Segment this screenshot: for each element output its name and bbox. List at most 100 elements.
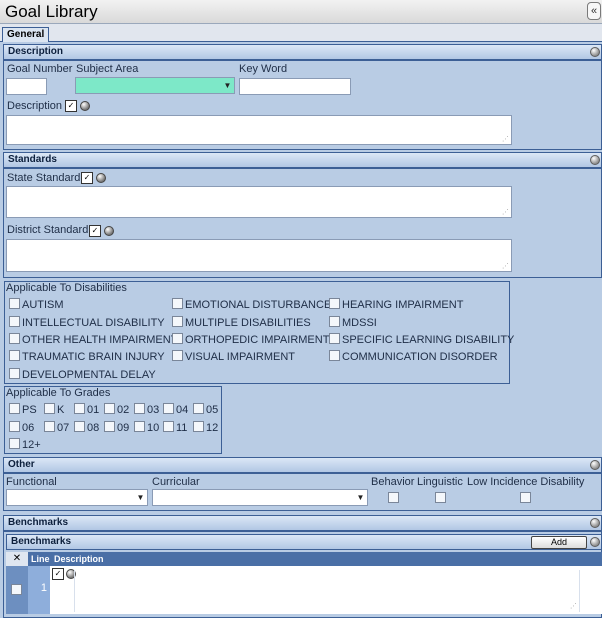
grade-label: 02 xyxy=(117,404,130,416)
checkbox-grade-01[interactable] xyxy=(74,403,85,414)
description-textarea[interactable]: ⋰ xyxy=(6,115,512,145)
x-icon[interactable]: ✕ xyxy=(6,552,28,566)
col-description-header[interactable]: Description xyxy=(54,552,104,566)
checkbox-emotional-disturbance[interactable] xyxy=(172,298,183,309)
checkbox-behavior[interactable] xyxy=(388,492,399,503)
standards-section-title: Standards xyxy=(8,154,57,165)
circle-toggle-icon[interactable] xyxy=(590,518,600,528)
grades-label: Applicable To Grades xyxy=(6,387,111,399)
disability-label: ORTHOPEDIC IMPAIRMENT xyxy=(185,334,330,346)
tab-general[interactable]: General xyxy=(2,27,50,42)
checkbox-grade-03[interactable] xyxy=(134,403,145,414)
checkbox-grade-ps[interactable] xyxy=(9,403,20,414)
disability-label: DEVELOPMENTAL DELAY xyxy=(22,369,156,381)
description-section-title: Description xyxy=(8,46,64,57)
checkbox-visual-impairment[interactable] xyxy=(172,350,183,361)
spell-check-icon[interactable]: ✓ xyxy=(52,568,64,580)
benchmarks-section-title: Benchmarks xyxy=(8,517,69,528)
spell-check-icon[interactable]: ✓ xyxy=(65,100,77,112)
grade-label: 05 xyxy=(206,404,219,416)
other-section-header[interactable]: Other xyxy=(3,457,602,473)
disability-label: TRAUMATIC BRAIN INJURY xyxy=(22,351,165,363)
row-select-cell xyxy=(6,566,28,614)
checkbox-grade-02[interactable] xyxy=(104,403,115,414)
checkbox-grade-12-plus[interactable] xyxy=(9,438,20,449)
key-word-label: Key Word xyxy=(239,63,288,75)
checkbox-grade-09[interactable] xyxy=(104,421,115,432)
grade-label: K xyxy=(57,404,65,416)
standards-section-header[interactable]: Standards xyxy=(3,152,602,168)
circle-toggle-icon[interactable] xyxy=(590,155,600,165)
checkbox-grade-05[interactable] xyxy=(193,403,204,414)
checkbox-hearing-impairment[interactable] xyxy=(329,298,340,309)
checkbox-mdssi[interactable] xyxy=(329,316,340,327)
checkbox-autism[interactable] xyxy=(9,298,20,309)
grade-label: 07 xyxy=(57,422,70,434)
chevron-down-icon[interactable]: ▼ xyxy=(355,491,366,504)
resize-grip-icon[interactable]: ⋰ xyxy=(502,136,509,143)
grade-label: 03 xyxy=(147,404,160,416)
checkbox-grade-11[interactable] xyxy=(163,421,174,432)
curricular-select[interactable]: ▼ xyxy=(152,489,368,506)
checkbox-traumatic-brain-injury[interactable] xyxy=(9,350,20,361)
state-standard-textarea[interactable]: ⋰ xyxy=(6,186,512,218)
key-word-input[interactable] xyxy=(239,78,351,95)
disability-label: MULTIPLE DISABILITIES xyxy=(185,317,311,329)
district-standard-textarea[interactable]: ⋰ xyxy=(6,239,512,272)
add-benchmark-button[interactable]: Add xyxy=(531,536,587,549)
spell-check-icon[interactable]: ✓ xyxy=(81,172,93,184)
functional-select[interactable]: ▼ xyxy=(6,489,148,506)
checkbox-orthopedic-impairment[interactable] xyxy=(172,333,183,344)
benchmark-description-textarea[interactable]: ⋰ xyxy=(74,570,580,612)
checkbox-multiple-disabilities[interactable] xyxy=(172,316,183,327)
functional-label: Functional xyxy=(6,476,57,488)
checkbox-low-incidence-disability[interactable] xyxy=(520,492,531,503)
grade-label: PS xyxy=(22,404,37,416)
state-standard-label: State Standard xyxy=(7,172,81,184)
grade-label: 12+ xyxy=(22,439,41,451)
grade-label: 12 xyxy=(206,422,219,434)
checkbox-developmental-delay[interactable] xyxy=(9,368,20,379)
checkbox-grade-07[interactable] xyxy=(44,421,55,432)
benchmarks-subheader-title: Benchmarks xyxy=(11,536,72,547)
disability-label: MDSSI xyxy=(342,317,377,329)
resize-grip-icon[interactable]: ⋰ xyxy=(570,602,577,610)
goal-number-input[interactable] xyxy=(6,78,47,95)
grade-label: 04 xyxy=(176,404,189,416)
resize-grip-icon[interactable]: ⋰ xyxy=(502,263,509,270)
row-delete-checkbox[interactable] xyxy=(11,584,22,595)
spell-check-icon[interactable]: ✓ xyxy=(89,225,101,237)
description-section-header[interactable]: Description xyxy=(3,44,602,60)
checkbox-grade-12[interactable] xyxy=(193,421,204,432)
checkbox-grade-08[interactable] xyxy=(74,421,85,432)
lookup-ball-icon[interactable] xyxy=(80,101,90,111)
table-row[interactable]: 1 ✓ ⋰ xyxy=(6,566,602,614)
grade-label: 06 xyxy=(22,422,35,434)
checkbox-grade-k[interactable] xyxy=(44,403,55,414)
checkbox-grade-04[interactable] xyxy=(163,403,174,414)
benchmarks-section-header[interactable]: Benchmarks xyxy=(3,515,602,531)
disability-label: AUTISM xyxy=(22,299,64,311)
col-line-header[interactable]: Line xyxy=(31,552,50,566)
linguistic-label: Linguistic xyxy=(417,476,463,488)
circle-toggle-icon[interactable] xyxy=(590,460,600,470)
disability-label: INTELLECTUAL DISABILITY xyxy=(22,317,165,329)
circle-toggle-icon[interactable] xyxy=(590,47,600,57)
checkbox-grade-10[interactable] xyxy=(134,421,145,432)
lookup-ball-icon[interactable] xyxy=(96,173,106,183)
disability-label: VISUAL IMPAIRMENT xyxy=(185,351,296,363)
subject-area-label: Subject Area xyxy=(76,63,139,75)
subject-area-select[interactable]: ▼ xyxy=(75,77,235,94)
checkbox-specific-learning-disability[interactable] xyxy=(329,333,340,344)
lookup-ball-icon[interactable] xyxy=(104,226,114,236)
circle-toggle-icon[interactable] xyxy=(590,537,600,547)
checkbox-other-health-impairment[interactable] xyxy=(9,333,20,344)
chevron-down-icon[interactable]: ▼ xyxy=(135,491,146,504)
checkbox-grade-06[interactable] xyxy=(9,421,20,432)
chevron-down-icon[interactable]: ▼ xyxy=(222,79,233,92)
checkbox-linguistic[interactable] xyxy=(435,492,446,503)
checkbox-communication-disorder[interactable] xyxy=(329,350,340,361)
collapse-icon[interactable]: « xyxy=(587,2,601,20)
checkbox-intellectual-disability[interactable] xyxy=(9,316,20,327)
resize-grip-icon[interactable]: ⋰ xyxy=(502,209,509,216)
